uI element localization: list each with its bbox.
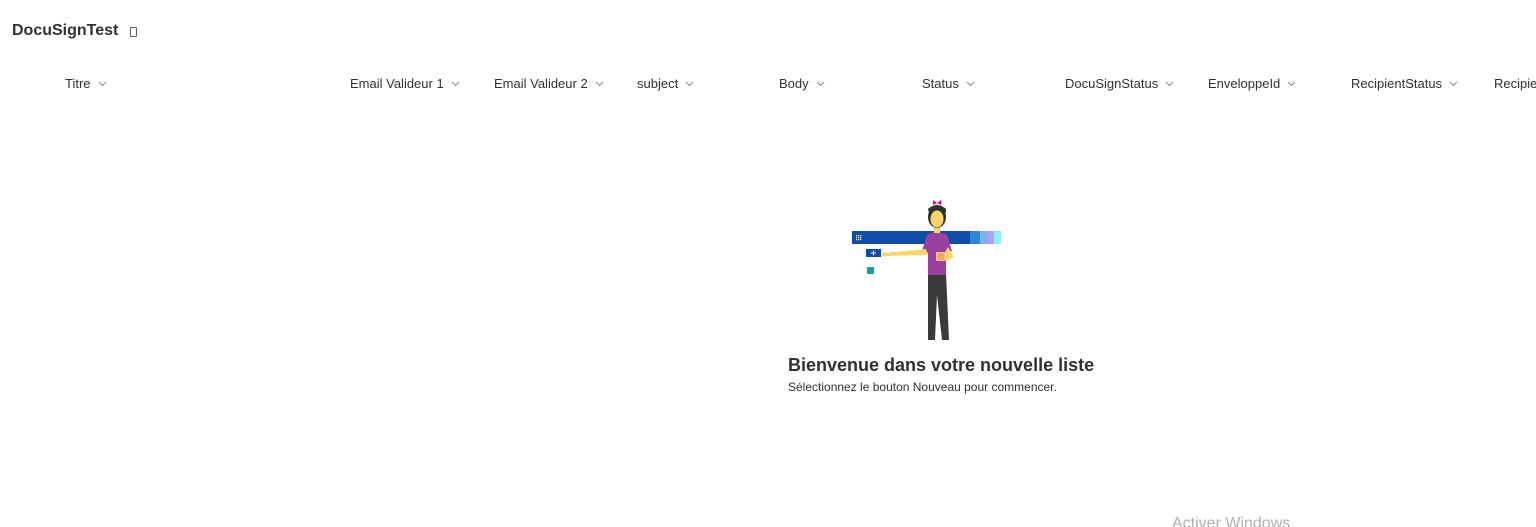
empty-state-subtitle: Sélectionnez le bouton Nouveau pour comm… (788, 380, 1057, 394)
chevron-down-icon (98, 79, 107, 88)
list-page: DocuSignTest Titre Email Valideur 1 Emai… (0, 0, 1536, 527)
column-header-label: DocuSignStatus (1065, 75, 1159, 91)
column-header-recipientstatus[interactable]: RecipientStatus (1351, 73, 1458, 93)
chevron-down-icon (451, 79, 460, 88)
column-header-email-valideur-1[interactable]: Email Valideur 1 (350, 73, 460, 93)
column-header-label: subject (637, 75, 679, 91)
chevron-down-icon (966, 79, 975, 88)
empty-state-title: Bienvenue dans votre nouvelle liste (788, 355, 1095, 375)
column-header-label: RecipientStatus (1351, 75, 1443, 91)
column-header-titre[interactable]: Titre (65, 73, 107, 93)
column-header-label: Status (922, 75, 959, 91)
column-header-label: Titre (65, 75, 91, 91)
column-header-recipient-truncated[interactable]: Recipie (1494, 73, 1536, 93)
chevron-down-icon (1449, 79, 1458, 88)
column-header-label: Body (779, 75, 809, 91)
chevron-down-icon (1287, 79, 1296, 88)
column-header-enveloppeid[interactable]: EnveloppeId (1208, 73, 1296, 93)
chevron-down-icon (595, 79, 604, 88)
chevron-down-icon (1165, 79, 1174, 88)
column-header-label: Email Valideur 1 (350, 75, 444, 91)
column-header-status[interactable]: Status (922, 73, 975, 93)
column-header-body[interactable]: Body (779, 73, 825, 93)
column-header-label: EnveloppeId (1208, 75, 1281, 91)
list-header: DocuSignTest (12, 19, 138, 43)
windows-activation-watermark: Activer Windows (1172, 515, 1291, 527)
favorite-icon[interactable] (130, 26, 138, 37)
empty-list-illustration (850, 195, 1002, 343)
column-header-subject[interactable]: subject (637, 73, 694, 93)
column-header-label: Recipie (1494, 75, 1536, 91)
column-header-label: Email Valideur 2 (494, 75, 588, 91)
list-title: DocuSignTest (12, 22, 119, 39)
chevron-down-icon (816, 79, 825, 88)
column-header-email-valideur-2[interactable]: Email Valideur 2 (494, 73, 604, 93)
column-header-docusignstatus[interactable]: DocuSignStatus (1065, 73, 1174, 93)
chevron-down-icon (685, 79, 694, 88)
